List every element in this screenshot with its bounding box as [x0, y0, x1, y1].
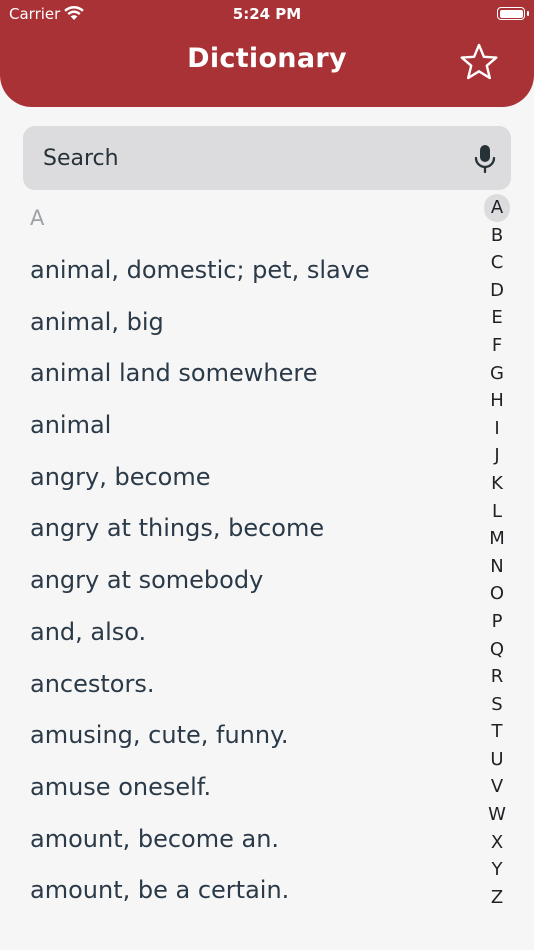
word-list-item[interactable]: animal [0, 400, 470, 452]
word-list-item[interactable]: angry at things, become [0, 503, 470, 555]
index-letter-s[interactable]: S [484, 691, 510, 719]
index-letter-b[interactable]: B [484, 222, 510, 250]
word-list-item[interactable]: amount, be a certain. [0, 865, 470, 917]
alphabet-index[interactable]: ABCDEFGHIJKLMNOPQRSTUVWXYZ [484, 194, 510, 911]
index-letter-d[interactable]: D [484, 277, 510, 305]
index-letter-v[interactable]: V [484, 773, 510, 801]
index-letter-a[interactable]: A [484, 194, 510, 222]
word-list-item[interactable]: animal, big [0, 297, 470, 349]
status-bar: Carrier 5:24 PM [0, 0, 534, 28]
index-letter-k[interactable]: K [484, 470, 510, 498]
index-letter-u[interactable]: U [484, 746, 510, 774]
index-letter-o[interactable]: O [484, 580, 510, 608]
index-letter-m[interactable]: M [484, 525, 510, 553]
index-letter-t[interactable]: T [484, 718, 510, 746]
page-title: Dictionary [187, 43, 347, 74]
word-list-item[interactable]: amount, become an. [0, 814, 470, 866]
word-list-item[interactable]: animal, domestic; pet, slave [0, 245, 470, 297]
index-letter-j[interactable]: J [484, 442, 510, 470]
word-list-item[interactable]: amusing, cute, funny. [0, 710, 470, 762]
index-letter-z[interactable]: Z [484, 884, 510, 912]
clock-time: 5:24 PM [232, 5, 302, 23]
index-letter-r[interactable]: R [484, 663, 510, 691]
index-letter-i[interactable]: I [484, 415, 510, 443]
word-list-item[interactable]: angry, become [0, 452, 470, 504]
index-letter-f[interactable]: F [484, 332, 510, 360]
index-letter-x[interactable]: X [484, 829, 510, 857]
battery-icon [497, 7, 525, 20]
word-list-item[interactable]: amuse oneself. [0, 762, 470, 814]
index-letter-l[interactable]: L [484, 498, 510, 526]
index-letter-y[interactable]: Y [484, 856, 510, 884]
index-letter-h[interactable]: H [484, 387, 510, 415]
index-letter-w[interactable]: W [484, 801, 510, 829]
search-bar[interactable] [23, 126, 511, 190]
section-header-a: A [30, 206, 45, 230]
battery-cap [527, 11, 529, 16]
index-letter-n[interactable]: N [484, 553, 510, 581]
index-letter-q[interactable]: Q [484, 636, 510, 664]
header-bar: Carrier 5:24 PM Dictionary [0, 0, 534, 107]
microphone-icon[interactable] [472, 144, 498, 174]
index-letter-p[interactable]: P [484, 608, 510, 636]
index-letter-e[interactable]: E [484, 304, 510, 332]
favorite-star-icon[interactable] [458, 41, 500, 83]
word-list: animal, domestic; pet, slave animal, big a… [0, 245, 470, 917]
index-letter-g[interactable]: G [484, 360, 510, 388]
index-letter-c[interactable]: C [484, 249, 510, 277]
word-list-item[interactable]: ancestors. [0, 659, 470, 711]
word-list-item[interactable]: angry at somebody [0, 555, 470, 607]
search-input[interactable] [43, 126, 463, 190]
word-list-item[interactable]: and, also. [0, 607, 470, 659]
word-list-item[interactable]: animal land somewhere [0, 348, 470, 400]
